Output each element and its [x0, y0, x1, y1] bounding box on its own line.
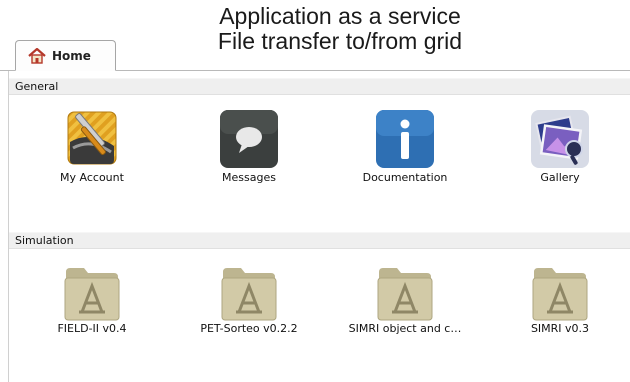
info-icon	[376, 110, 434, 168]
app-simri[interactable]: SIMRI v0.3	[485, 264, 630, 354]
app-documentation[interactable]: Documentation	[330, 108, 480, 198]
app-field-ii-label: FIELD-II v0.4	[57, 322, 127, 335]
app-folder-icon	[532, 268, 588, 321]
speech-bubble-icon	[220, 110, 278, 168]
tab-home-label: Home	[52, 48, 91, 63]
app-messages-label: Messages	[222, 171, 276, 184]
section-header-simulation: Simulation	[9, 232, 630, 249]
gallery-icon	[531, 110, 589, 168]
app-gallery[interactable]: Gallery	[485, 108, 630, 198]
home-icon	[28, 47, 46, 64]
tab-home[interactable]: Home	[15, 40, 116, 71]
app-field-ii[interactable]: FIELD-II v0.4	[17, 264, 167, 354]
app-simri-object-label: SIMRI object and c…	[348, 322, 462, 335]
app-my-account[interactable]: My Account	[17, 108, 167, 198]
app-folder-icon	[377, 268, 433, 321]
account-tools-icon	[67, 111, 117, 165]
app-simri-label: SIMRI v0.3	[530, 322, 590, 335]
app-pet-sorteo-label: PET-Sorteo v0.2.2	[200, 322, 298, 335]
section-header-general: General	[9, 78, 630, 95]
content-left-border	[8, 71, 9, 382]
tab-bar: Home	[0, 40, 630, 71]
app-my-account-label: My Account	[60, 171, 124, 184]
app-folder-icon	[64, 268, 120, 321]
caption-line-1: Application as a service	[219, 3, 461, 29]
app-gallery-label: Gallery	[540, 171, 580, 184]
app-folder-icon	[221, 268, 277, 321]
app-documentation-label: Documentation	[362, 171, 448, 184]
app-pet-sorteo[interactable]: PET-Sorteo v0.2.2	[174, 264, 324, 354]
app-simri-object[interactable]: SIMRI object and c…	[330, 264, 480, 354]
app-messages[interactable]: Messages	[174, 108, 324, 198]
